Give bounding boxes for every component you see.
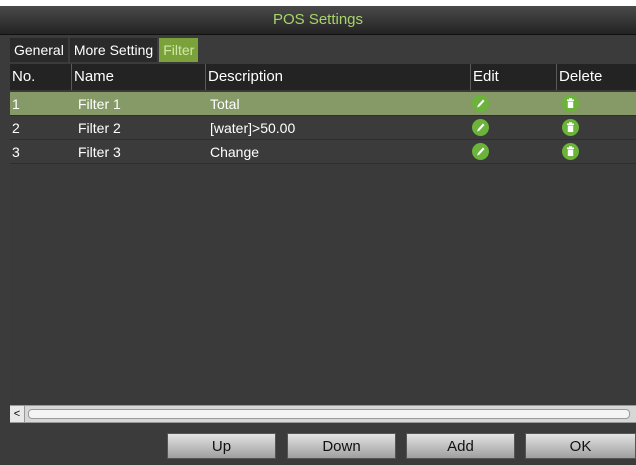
pencil-icon[interactable] (472, 95, 489, 112)
table-header: No. Name Description Edit Delete (10, 64, 636, 90)
row-name: Filter 1 (78, 96, 121, 112)
table-row[interactable]: 1 Filter 1 Total (10, 92, 636, 116)
trash-icon[interactable] (562, 95, 579, 112)
row-number: 3 (12, 144, 20, 160)
ok-button[interactable]: OK (525, 433, 636, 459)
row-number: 2 (12, 120, 20, 136)
tab-filter[interactable]: Filter (159, 38, 199, 62)
column-header-delete: Delete (559, 68, 603, 85)
title-bar: POS Settings (0, 6, 636, 35)
add-button[interactable]: Add (406, 433, 515, 459)
button-bar: Up Down Add OK (0, 423, 636, 465)
column-header-edit: Edit (471, 64, 557, 90)
row-name: Filter 3 (78, 144, 121, 160)
row-description: Change (210, 144, 260, 160)
column-header-name: Name (72, 64, 206, 90)
pos-settings-window: POS Settings General More Setting Filter… (0, 6, 636, 465)
row-name: Filter 2 (78, 120, 121, 136)
pencil-icon[interactable] (472, 143, 489, 160)
trash-icon[interactable] (562, 119, 579, 136)
table-row[interactable]: 2 Filter 2 [water]>50.00 (10, 116, 636, 140)
filter-table: No. Name Description Edit Delete 1 Filte… (10, 64, 636, 409)
down-button[interactable]: Down (287, 433, 396, 459)
column-header-no: No. (10, 64, 72, 90)
tab-general[interactable]: General (10, 38, 68, 62)
tab-more-setting[interactable]: More Setting (69, 38, 158, 62)
table-row[interactable]: 3 Filter 3 Change (10, 140, 636, 164)
scroll-left-arrow[interactable]: < (10, 406, 25, 422)
row-number: 1 (12, 96, 20, 112)
up-button[interactable]: Up (167, 433, 276, 459)
tab-bar: General More Setting Filter (10, 38, 200, 62)
window-title: POS Settings (272, 11, 364, 28)
trash-icon[interactable] (562, 143, 579, 160)
row-description: Total (210, 96, 240, 112)
scroll-thumb[interactable] (28, 409, 630, 419)
column-header-description: Description (206, 64, 471, 90)
row-description: [water]>50.00 (210, 120, 296, 136)
horizontal-scrollbar[interactable]: < (10, 405, 636, 423)
pencil-icon[interactable] (472, 119, 489, 136)
